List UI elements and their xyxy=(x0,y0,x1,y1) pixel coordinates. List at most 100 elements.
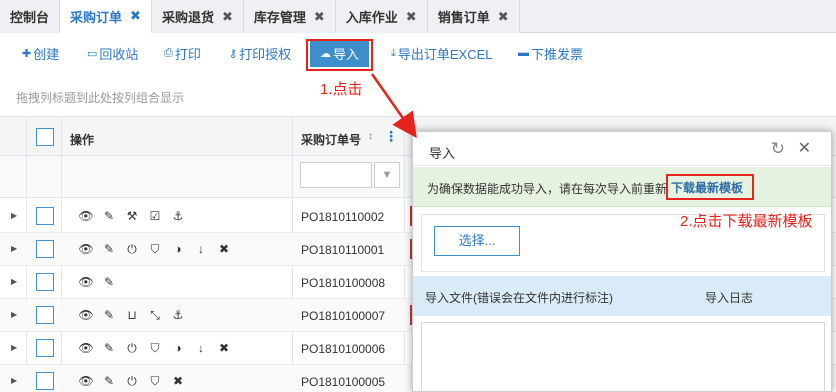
invoice-icon: ▬ xyxy=(518,47,529,59)
push-invoice-label: 下推发票 xyxy=(531,46,584,62)
half-circle-icon[interactable]: ◑ xyxy=(170,242,186,257)
col-import-file: 导入文件(错误会在文件内进行标注) xyxy=(425,291,613,305)
anchor-icon[interactable]: ⚓ xyxy=(170,209,186,223)
dialog-title: 导入 xyxy=(429,146,456,161)
close-icon[interactable]: ✖ xyxy=(130,8,141,24)
close-icon[interactable]: ✖ xyxy=(222,9,233,25)
row-checkbox[interactable] xyxy=(36,240,54,258)
pencil-icon[interactable]: ✎ xyxy=(101,275,117,289)
import-dialog: 导入 ↻ ✕ 为确保数据能成功导入，请在每次导入前重新 下载最新模板 选择...… xyxy=(412,131,832,392)
create-label: 创建 xyxy=(33,46,60,62)
shield-icon[interactable]: ⛉ xyxy=(147,242,163,257)
close-icon[interactable]: ✖ xyxy=(498,9,509,25)
tab-dashboard[interactable]: 控制台 xyxy=(0,0,61,33)
eye-icon[interactable]: 👁 xyxy=(78,374,94,389)
compress-icon[interactable]: ⤡ xyxy=(147,308,163,323)
order-number: PO1810100005 xyxy=(301,375,386,389)
tab-purchase-return[interactable]: 采购退货 ✖ xyxy=(151,0,244,33)
shield-icon[interactable]: ⛉ xyxy=(147,374,163,389)
expand-row-icon[interactable]: ▶ xyxy=(11,277,17,286)
pencil-icon[interactable]: ✎ xyxy=(101,374,117,389)
pencil-icon[interactable]: ✎ xyxy=(101,308,117,323)
column-menu-icon[interactable]: ⋮ xyxy=(384,128,398,145)
row-checkbox[interactable] xyxy=(36,306,54,324)
pencil-icon[interactable]: ✎ xyxy=(101,209,117,223)
expand-row-icon[interactable]: ▶ xyxy=(11,310,17,319)
row-actions: 👁 ✎ ⚒ ☑ ⚓ xyxy=(78,209,186,223)
bookmark-icon[interactable]: ⊔ xyxy=(124,308,140,323)
expand-row-icon[interactable]: ▶ xyxy=(11,244,17,253)
order-number: PO1810100006 xyxy=(301,342,386,356)
print-button[interactable]: ⎙ 打印 xyxy=(164,38,201,68)
filter-icon[interactable]: ▼ xyxy=(374,162,400,188)
expand-row-icon[interactable]: ▶ xyxy=(11,376,17,385)
power-icon[interactable]: ⏻ xyxy=(124,242,140,257)
row-checkbox[interactable] xyxy=(36,339,54,357)
key-icon: ⚷ xyxy=(229,47,238,60)
power-icon[interactable]: ⏻ xyxy=(124,341,140,356)
col-operation: 操作 xyxy=(70,133,95,147)
toolbar: ✚ 创建 ▭ 回收站 ⎙ 打印 ⚷ 打印授权 ☁ 导入 ⤓ 导出订单EXCEL ▬ 下推发票 xyxy=(0,38,836,68)
row-checkbox[interactable] xyxy=(36,207,54,225)
tab-label: 库存管理 xyxy=(253,10,306,25)
eye-icon[interactable]: 👁 xyxy=(78,341,94,356)
tab-label: 销售订单 xyxy=(437,10,490,25)
col-order-no[interactable]: 采购订单号 xyxy=(301,131,361,148)
order-number: PO1810100007 xyxy=(301,309,386,323)
close-icon[interactable]: ✖ xyxy=(170,374,186,389)
tab-purchase-order[interactable]: 采购订单 ✖ xyxy=(60,0,152,33)
print-auth-button[interactable]: ⚷ 打印授权 xyxy=(229,38,291,68)
sort-icon[interactable]: ↕ xyxy=(368,131,373,142)
export-label: 导出订单EXCEL xyxy=(397,46,493,62)
pencil-icon[interactable]: ✎ xyxy=(101,341,117,356)
row-checkbox[interactable] xyxy=(36,273,54,291)
col-import-log: 导入日志 xyxy=(705,291,754,305)
anchor-icon[interactable]: ⚓ xyxy=(170,308,186,323)
highlight-box-download xyxy=(666,174,754,200)
expand-row-icon[interactable]: ▶ xyxy=(11,211,17,220)
expand-row-icon[interactable]: ▶ xyxy=(11,343,17,352)
select-all-checkbox[interactable] xyxy=(36,128,54,146)
tab-inbound[interactable]: 入库作业 ✖ xyxy=(335,0,428,33)
highlight-box-import xyxy=(306,39,373,71)
eye-icon[interactable]: 👁 xyxy=(78,209,94,223)
order-no-filter-input[interactable] xyxy=(300,162,372,188)
down-icon[interactable]: ↓ xyxy=(193,242,209,257)
check-icon[interactable]: ☑ xyxy=(147,209,163,223)
tab-sales-order[interactable]: 销售订单 ✖ xyxy=(427,0,520,33)
close-icon[interactable]: ✖ xyxy=(216,242,232,257)
eye-icon[interactable]: 👁 xyxy=(78,275,94,289)
half-circle-icon[interactable]: ◑ xyxy=(170,341,186,356)
shield-icon[interactable]: ⛉ xyxy=(147,341,163,356)
print-auth-label: 打印授权 xyxy=(239,46,292,62)
pencil-icon[interactable]: ✎ xyxy=(101,242,117,257)
eye-icon[interactable]: 👁 xyxy=(78,308,94,323)
refresh-icon[interactable]: ↻ xyxy=(771,139,785,159)
tab-label: 入库作业 xyxy=(345,10,398,25)
power-icon[interactable]: ⏻ xyxy=(124,374,140,389)
row-actions: 👁 ✎ ⏻ ⛉ ◑ ↓ ✖ xyxy=(78,341,232,356)
row-checkbox[interactable] xyxy=(36,372,54,390)
close-icon[interactable]: ✖ xyxy=(216,341,232,356)
row-actions: 👁 ✎ xyxy=(78,275,117,289)
order-number: PO1810110001 xyxy=(301,243,385,257)
order-number: PO1810110002 xyxy=(301,210,385,224)
recycle-button[interactable]: ▭ 回收站 xyxy=(87,38,138,68)
tab-bar: 控制台 采购订单 ✖ 采购退货 ✖ 库存管理 ✖ 入库作业 ✖ 销售订单 ✖ xyxy=(0,0,836,33)
down-icon[interactable]: ↓ xyxy=(193,341,209,356)
tab-inventory[interactable]: 库存管理 ✖ xyxy=(243,0,336,33)
recycle-label: 回收站 xyxy=(99,46,139,62)
select-file-button[interactable]: 选择... xyxy=(434,226,520,256)
close-icon[interactable]: ✖ xyxy=(314,9,325,25)
close-icon[interactable]: ✖ xyxy=(406,9,417,25)
export-excel-button[interactable]: ⤓ 导出订单EXCEL xyxy=(391,38,493,68)
close-icon[interactable]: ✕ xyxy=(798,138,811,158)
create-button[interactable]: ✚ 创建 xyxy=(22,38,59,68)
download-icon: ⤓ xyxy=(391,46,396,59)
push-invoice-button[interactable]: ▬ 下推发票 xyxy=(518,38,583,68)
plus-icon: ✚ xyxy=(22,47,32,60)
row-actions: 👁 ✎ ⏻ ⛉ ◑ ↓ ✖ xyxy=(78,242,232,257)
tab-label: 控制台 xyxy=(10,10,50,25)
eye-icon[interactable]: 👁 xyxy=(78,242,94,257)
hammer-icon[interactable]: ⚒ xyxy=(124,209,140,223)
